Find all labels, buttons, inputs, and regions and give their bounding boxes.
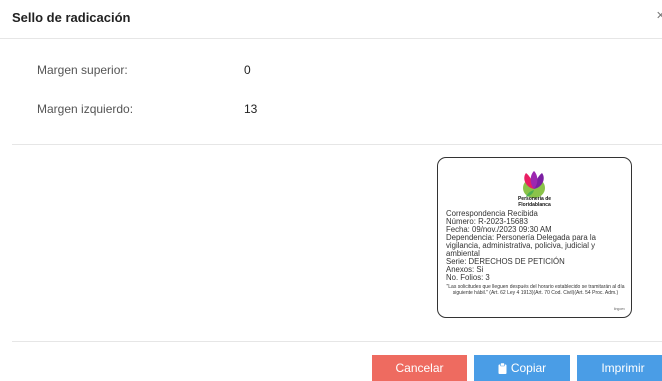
- form-divider: [12, 144, 662, 145]
- close-icon[interactable]: ✕: [656, 9, 662, 22]
- cancel-button-label: Cancelar: [395, 361, 444, 375]
- clipboard-icon: [498, 362, 507, 374]
- org-name-line2: Floridablanca: [518, 201, 551, 208]
- organization-name: Personería de Floridablanca: [438, 196, 631, 208]
- footer-divider: [12, 341, 662, 342]
- stamp-details: Correspondencia Recibida Número: R-2023-…: [446, 210, 628, 282]
- stamp-folios: No. Folios: 3: [446, 273, 490, 282]
- stamp-dialog: Sello de radicación ✕ Margen superior: 0…: [0, 0, 662, 381]
- copy-button-label: Copiar: [510, 361, 547, 375]
- stamp-dependency: Dependencia: Personería Delegada para la…: [446, 233, 596, 258]
- left-margin-label: Margen izquierdo:: [37, 102, 134, 116]
- copy-button[interactable]: Copiar: [474, 355, 570, 381]
- print-button-label: Imprimir: [601, 361, 645, 375]
- radication-stamp: Personería de Floridablanca Corresponden…: [437, 157, 632, 318]
- dialog-title: Sello de radicación: [12, 10, 131, 25]
- top-margin-value[interactable]: 0: [244, 63, 251, 77]
- stamp-code: lingoev: [613, 307, 625, 311]
- left-margin-value[interactable]: 13: [244, 102, 257, 116]
- header-divider: [0, 38, 662, 39]
- top-margin-label: Margen superior:: [37, 63, 128, 77]
- stamp-legal-note: "Las solicitudes que lleguen después del…: [446, 284, 625, 297]
- cancel-button[interactable]: Cancelar: [372, 355, 467, 381]
- print-button[interactable]: Imprimir: [577, 355, 662, 381]
